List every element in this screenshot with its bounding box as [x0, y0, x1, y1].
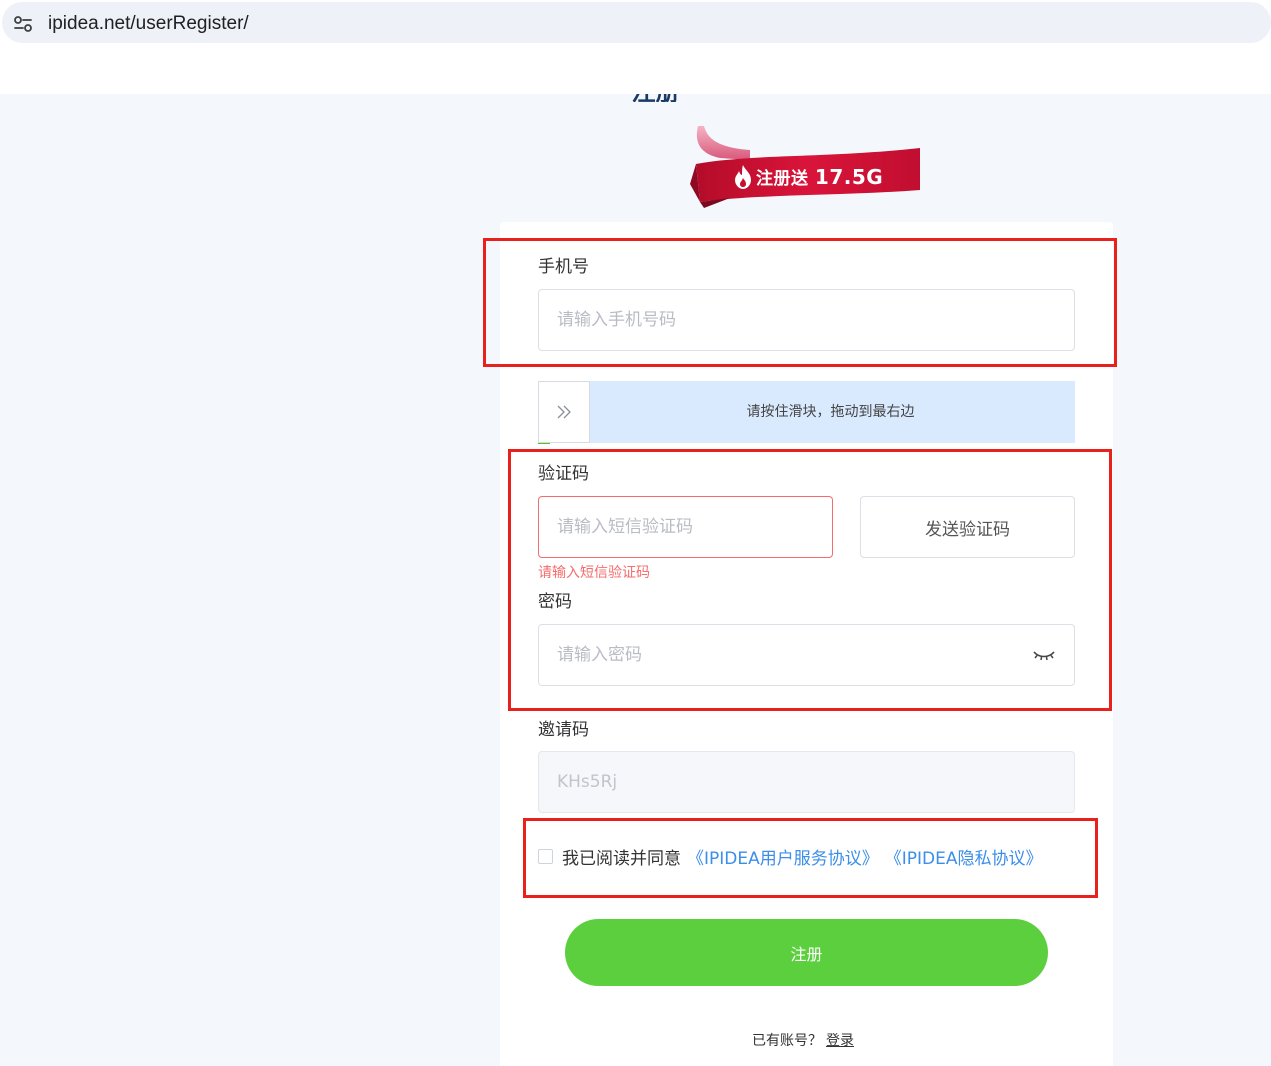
login-link[interactable]: 登录 — [826, 1033, 854, 1049]
agreement-checkbox[interactable] — [538, 848, 553, 864]
slider-captcha: 请按住滑块，拖动到最右边 — [538, 381, 1075, 444]
address-pill[interactable]: ipidea.net/userRegister/ — [2, 2, 1271, 43]
send-code-button[interactable]: 发送验证码 — [860, 496, 1075, 558]
eye-closed-icon[interactable] — [1032, 647, 1056, 663]
code-label: 验证码 — [538, 464, 589, 484]
phone-field — [538, 289, 1075, 351]
page-header-strip — [0, 46, 1271, 94]
privacy-link[interactable]: 《IPIDEA隐私协议》 — [885, 844, 1043, 869]
invite-input — [539, 752, 1074, 812]
login-prompt-text: 已有账号？ — [752, 1033, 822, 1049]
password-label: 密码 — [538, 592, 572, 612]
phone-input[interactable] — [539, 290, 1074, 350]
promo-label: 注册送 — [756, 169, 809, 189]
register-button[interactable]: 注册 — [565, 919, 1048, 986]
site-settings-icon[interactable] — [11, 12, 35, 36]
double-chevron-right-icon — [557, 405, 571, 419]
terms-link[interactable]: 《IPIDEA用户服务协议》 — [687, 844, 879, 869]
slider-hint: 请按住滑块，拖动到最右边 — [746, 404, 915, 420]
login-prompt: 已有账号？ 登录 — [752, 1031, 854, 1051]
agreement-row: 我已阅读并同意 《IPIDEA用户服务协议》 《IPIDEA隐私协议》 — [538, 844, 1043, 869]
invite-field — [538, 751, 1075, 813]
promo-amount: 17.5G — [814, 165, 884, 189]
code-field — [538, 496, 833, 558]
browser-address-bar: ipidea.net/userRegister/ — [0, 0, 1271, 46]
code-error-text: 请输入短信验证码 — [538, 565, 650, 581]
password-field — [538, 624, 1075, 686]
password-input[interactable] — [539, 625, 1074, 685]
phone-label: 手机号 — [538, 257, 589, 277]
flame-icon — [735, 165, 751, 189]
code-input[interactable] — [539, 497, 832, 557]
invite-label: 邀请码 — [538, 720, 589, 740]
url-text[interactable]: ipidea.net/userRegister/ — [48, 13, 249, 35]
promo-text: 注册送 17.5G — [756, 165, 883, 191]
slider-handle[interactable] — [538, 381, 590, 443]
agreement-text: 我已阅读并同意 — [562, 848, 681, 869]
